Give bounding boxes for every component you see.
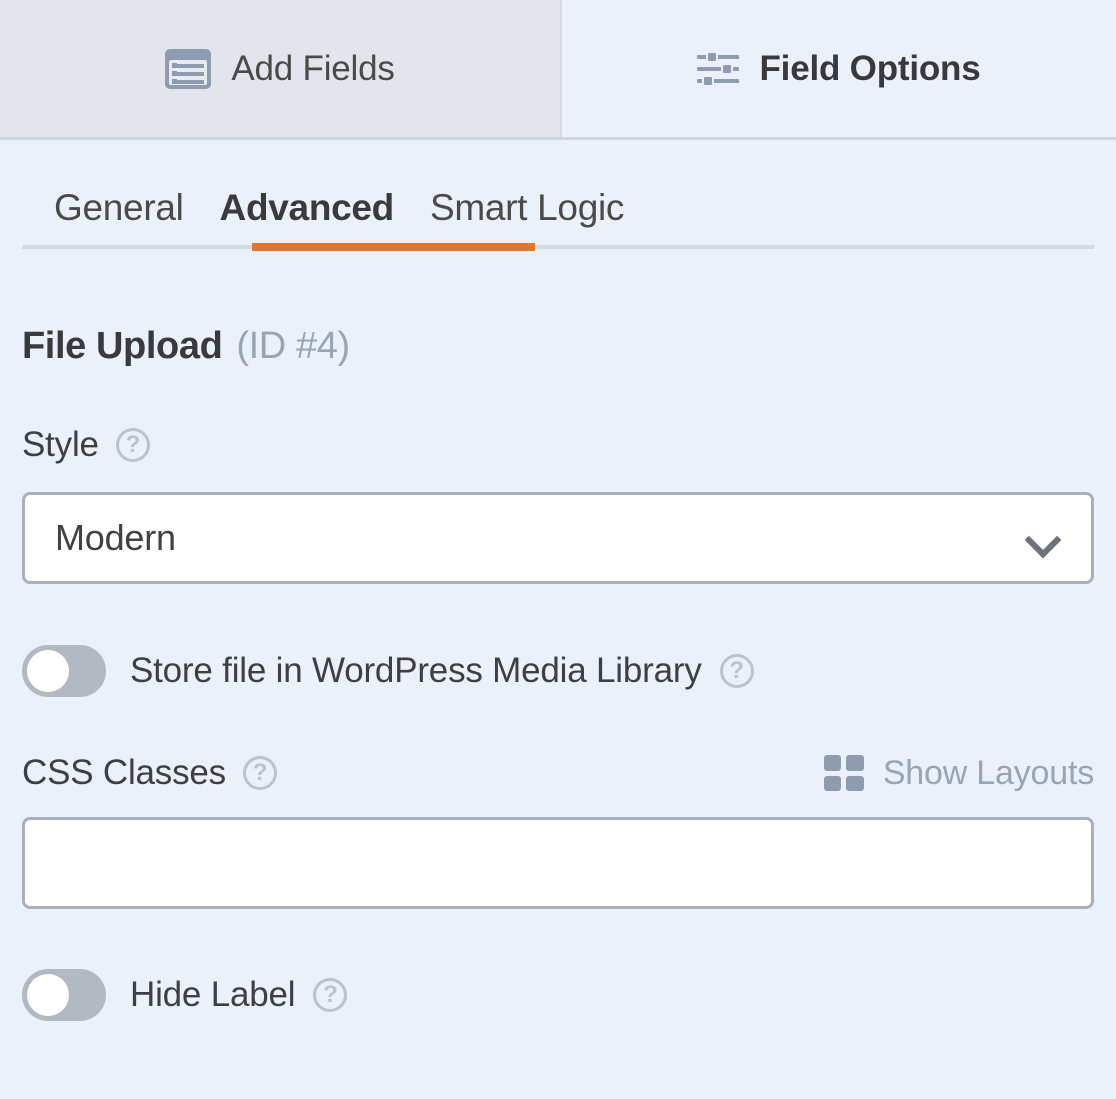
field-options-subtabs: General Advanced Smart Logic (0, 174, 1116, 270)
active-subtab-indicator (252, 243, 535, 251)
show-layouts-label: Show Layouts (883, 754, 1094, 793)
help-circle-icon[interactable]: ? (243, 756, 277, 790)
help-circle-icon[interactable]: ? (313, 978, 347, 1012)
show-layouts-button[interactable]: Show Layouts (824, 754, 1094, 793)
hide-label-toggle[interactable] (22, 969, 106, 1021)
css-classes-label: CSS Classes (22, 753, 226, 793)
sliders-icon (697, 50, 739, 88)
style-select[interactable]: Modern (22, 492, 1094, 584)
subtab-advanced[interactable]: Advanced (220, 187, 394, 229)
store-media-row: Store file in WordPress Media Library ? (22, 645, 1094, 697)
style-label-row: Style ? (22, 425, 1094, 465)
subtab-general[interactable]: General (54, 187, 184, 229)
tab-add-fields[interactable]: Add Fields (0, 0, 562, 137)
css-classes-label-row: CSS Classes ? (22, 753, 277, 793)
css-classes-header: CSS Classes ? Show Layouts (22, 753, 1094, 793)
store-media-label-row: Store file in WordPress Media Library ? (130, 651, 754, 691)
tab-field-options-label: Field Options (759, 49, 980, 89)
help-circle-icon[interactable]: ? (720, 654, 754, 688)
subtab-smart-logic[interactable]: Smart Logic (430, 187, 624, 229)
hide-label-label: Hide Label (130, 975, 295, 1015)
css-classes-input[interactable] (22, 817, 1094, 909)
hide-label-row: Hide Label ? (22, 969, 1094, 1021)
style-select-value: Modern (55, 517, 176, 559)
store-media-toggle[interactable] (22, 645, 106, 697)
help-circle-icon[interactable]: ? (116, 428, 150, 462)
style-label: Style (22, 425, 99, 465)
field-id: (ID #4) (236, 325, 349, 368)
form-list-icon (165, 49, 211, 89)
store-media-label: Store file in WordPress Media Library (130, 651, 702, 691)
hide-label-label-row: Hide Label ? (130, 975, 347, 1015)
field-options-content: File Upload (ID #4) Style ? Modern Store… (0, 325, 1116, 1021)
page-title: File Upload (ID #4) (22, 325, 1094, 368)
grid-layout-icon (824, 755, 864, 791)
tab-field-options[interactable]: Field Options (562, 0, 1116, 137)
subtabs-divider (22, 245, 1094, 249)
field-name: File Upload (22, 325, 222, 368)
tab-add-fields-label: Add Fields (231, 49, 394, 89)
panel-tabbar: Add Fields Field Options (0, 0, 1116, 140)
